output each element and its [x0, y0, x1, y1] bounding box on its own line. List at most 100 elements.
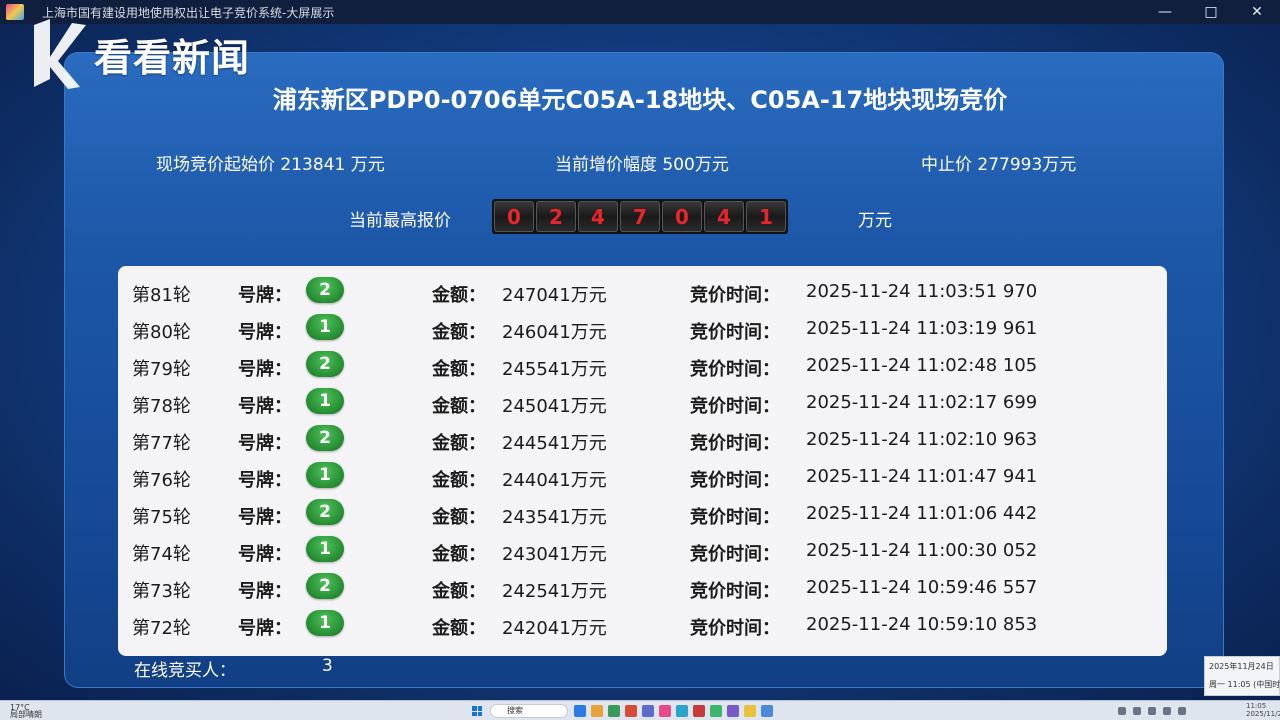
time-label: 竞价时间： — [690, 285, 780, 306]
maximize-icon[interactable]: □ — [1188, 0, 1234, 24]
bid-time: 2025-11-24 11:02:10 963 — [806, 429, 1038, 450]
round-number: 第72轮 — [132, 618, 191, 639]
online-buyers-count: 3 — [322, 656, 333, 676]
amount-label: 金额： — [432, 544, 486, 565]
plate-label: 号牌： — [238, 507, 292, 528]
tray-wifi-icon[interactable] — [1178, 707, 1186, 715]
plate-label: 号牌： — [238, 433, 292, 454]
taskbar-app-icon[interactable] — [608, 705, 620, 717]
plate-badge: 2 — [306, 351, 344, 377]
time-label: 竞价时间： — [690, 470, 780, 491]
highest-bid-unit: 万元 — [858, 211, 892, 231]
plate-number: 2 — [306, 277, 344, 303]
round-number: 第77轮 — [132, 433, 191, 454]
bid-digit: 4 — [704, 201, 744, 232]
taskbar-clock-time: 11:05 — [1246, 702, 1267, 710]
plate-badge: 1 — [306, 462, 344, 488]
bid-amount: 243041万元 — [502, 544, 607, 565]
windows-start-icon[interactable] — [472, 706, 482, 716]
auction-title: 浦东新区PDP0-0706单元C05A-18地块、C05A-17地块现场竞价 — [272, 86, 1008, 114]
bid-amount: 244541万元 — [502, 433, 607, 454]
plate-badge: 2 — [306, 277, 344, 303]
taskbar-app-icon[interactable] — [761, 705, 773, 717]
bid-time: 2025-11-24 11:03:51 970 — [806, 281, 1038, 302]
weather-widget[interactable]: 17°C 局部晴朗 — [10, 704, 42, 719]
amount-label: 金额： — [432, 507, 486, 528]
clock-popup[interactable]: 2025年11月24日 周一 11:05 (中国时间) — [1204, 656, 1280, 696]
plate-number: 2 — [306, 351, 344, 377]
online-buyers-label: 在线竞买人： — [134, 661, 236, 681]
tray-chevron-icon[interactable] — [1118, 707, 1126, 715]
bid-amount: 246041万元 — [502, 322, 607, 343]
bid-row: 第75轮 号牌： 2 金额： 243541万元 竞价时间： 2025-11-24… — [118, 496, 1167, 533]
round-number: 第79轮 — [132, 359, 191, 380]
weather-desc: 局部晴朗 — [10, 710, 42, 719]
time-label: 竞价时间： — [690, 396, 780, 417]
tray-ime-icon[interactable] — [1163, 707, 1171, 715]
time-label: 竞价时间： — [690, 322, 780, 343]
bid-time: 2025-11-24 11:02:48 105 — [806, 355, 1038, 376]
plate-number: 1 — [306, 388, 344, 414]
time-label: 竞价时间： — [690, 359, 780, 380]
plate-label: 号牌： — [238, 396, 292, 417]
plate-badge: 1 — [306, 610, 344, 636]
taskbar-app-icon[interactable] — [642, 705, 654, 717]
bid-digit: 1 — [746, 201, 786, 232]
round-number: 第80轮 — [132, 322, 191, 343]
stop-price: 中止价 277993万元 — [921, 155, 1077, 175]
plate-badge: 1 — [306, 536, 344, 562]
bid-time: 2025-11-24 10:59:10 853 — [806, 614, 1038, 635]
bid-digit: 4 — [578, 201, 618, 232]
taskbar-app-icon[interactable] — [744, 705, 756, 717]
starting-price: 现场竞价起始价 213841 万元 — [156, 155, 385, 175]
amount-label: 金额： — [432, 618, 486, 639]
bid-digit: 7 — [620, 201, 660, 232]
taskbar-app-icon[interactable] — [676, 705, 688, 717]
amount-label: 金额： — [432, 433, 486, 454]
taskbar-clock[interactable]: 11:05 2025/11/24 — [1246, 702, 1280, 718]
price-increment: 当前增价幅度 500万元 — [555, 155, 729, 175]
plate-badge: 1 — [306, 314, 344, 340]
taskbar-app-icon[interactable] — [659, 705, 671, 717]
taskbar-app-icon[interactable] — [727, 705, 739, 717]
time-label: 竞价时间： — [690, 433, 780, 454]
plate-label: 号牌： — [238, 544, 292, 565]
highest-bid-label: 当前最高报价 — [349, 211, 451, 231]
bid-amount: 242541万元 — [502, 581, 607, 602]
plate-badge: 2 — [306, 573, 344, 599]
bid-time: 2025-11-24 11:01:06 442 — [806, 503, 1038, 524]
plate-number: 2 — [306, 499, 344, 525]
bid-records-card: 第81轮 号牌： 2 金额： 247041万元 竞价时间： 2025-11-24… — [118, 266, 1167, 656]
plate-badge: 2 — [306, 499, 344, 525]
plate-label: 号牌： — [238, 322, 292, 343]
amount-label: 金额： — [432, 322, 486, 343]
bid-row: 第81轮 号牌： 2 金额： 247041万元 竞价时间： 2025-11-24… — [118, 274, 1167, 311]
plate-number: 1 — [306, 314, 344, 340]
taskbar-search[interactable]: 搜索 — [490, 704, 568, 718]
minimize-icon[interactable]: — — [1142, 0, 1188, 24]
amount-label: 金额： — [432, 359, 486, 380]
taskbar-app-icon[interactable] — [625, 705, 637, 717]
tray-network-icon[interactable] — [1133, 707, 1141, 715]
taskbar-app-icon[interactable] — [710, 705, 722, 717]
taskbar-clock-date: 2025/11/24 — [1246, 710, 1280, 718]
taskbar: 17°C 局部晴朗 搜索 11:05 2025/11/24 — [0, 700, 1280, 720]
plate-badge: 2 — [306, 425, 344, 451]
bid-amount: 245541万元 — [502, 359, 607, 380]
bid-time: 2025-11-24 11:01:47 941 — [806, 466, 1038, 487]
bid-amount: 243541万元 — [502, 507, 607, 528]
window-controls: — □ ✕ — [1142, 0, 1280, 24]
tray-volume-icon[interactable] — [1148, 707, 1156, 715]
clock-popup-date: 2025年11月24日 — [1209, 662, 1274, 671]
close-icon[interactable]: ✕ — [1234, 0, 1280, 24]
watermark-text: 看看新闻 — [94, 35, 251, 80]
bid-row: 第77轮 号牌： 2 金额： 244541万元 竞价时间： 2025-11-24… — [118, 422, 1167, 459]
round-number: 第73轮 — [132, 581, 191, 602]
taskbar-app-icon[interactable] — [693, 705, 705, 717]
round-number: 第74轮 — [132, 544, 191, 565]
plate-label: 号牌： — [238, 470, 292, 491]
taskbar-app-icon[interactable] — [591, 705, 603, 717]
plate-number: 1 — [306, 536, 344, 562]
taskbar-app-icon[interactable] — [574, 705, 586, 717]
bid-time: 2025-11-24 11:03:19 961 — [806, 318, 1038, 339]
